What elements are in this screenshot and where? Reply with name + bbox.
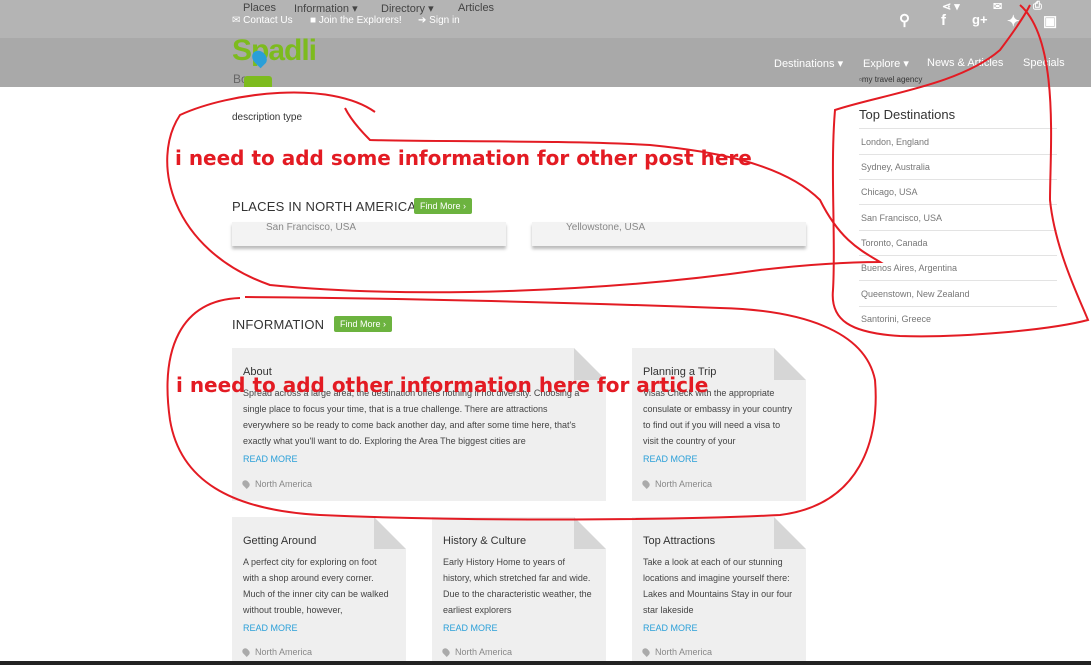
annotation-note-posts: i need to add some information for other… <box>175 146 752 170</box>
bottom-bar <box>0 661 1091 665</box>
annotation-loop-2 <box>166 296 877 521</box>
annotation-loop-3 <box>831 4 1090 338</box>
annotation-loop-1 <box>166 91 884 294</box>
annotation-note-article: i need to add other information here for… <box>176 373 709 397</box>
annotation-scribbles <box>166 4 1090 521</box>
